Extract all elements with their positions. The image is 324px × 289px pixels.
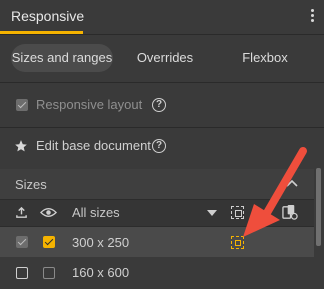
- panel-header: Responsive: [0, 0, 324, 34]
- responsive-layout-checkbox[interactable]: [16, 99, 28, 111]
- size-selected-checkbox[interactable]: [43, 267, 55, 279]
- edit-base-document-help-icon[interactable]: ?: [152, 139, 166, 153]
- responsive-layout-row: Responsive layout ?: [0, 94, 324, 116]
- tabs-divider: [0, 82, 324, 83]
- star-icon: [15, 140, 27, 152]
- edit-base-document-label: Edit base document: [36, 138, 151, 153]
- tab-bar: Sizes and ranges Overrides Flexbox: [0, 36, 324, 82]
- size-filter-select[interactable]: All sizes: [72, 205, 120, 220]
- tab-overrides[interactable]: Overrides: [125, 44, 205, 72]
- kebab-menu-icon[interactable]: [311, 9, 315, 25]
- options-divider: [0, 127, 324, 128]
- eye-icon[interactable]: [40, 206, 57, 219]
- responsive-layout-label: Responsive layout: [36, 97, 143, 112]
- header-divider: [0, 34, 324, 35]
- size-label: 160 x 600: [72, 265, 130, 280]
- sizes-title: Sizes: [15, 177, 47, 192]
- size-selected-checkbox[interactable]: [43, 236, 55, 248]
- tab-flexbox[interactable]: Flexbox: [230, 44, 300, 72]
- tab-sizes-and-ranges[interactable]: Sizes and ranges: [11, 44, 113, 72]
- size-row-160x600[interactable]: 160 x 600: [0, 259, 324, 287]
- size-visible-checkbox[interactable]: [16, 236, 28, 248]
- size-visible-checkbox[interactable]: [16, 267, 28, 279]
- panel-title: Responsive: [11, 8, 85, 24]
- callout-arrow-icon: [243, 147, 307, 237]
- panel-scrollbar[interactable]: [316, 168, 321, 246]
- dropdown-caret-icon[interactable]: [207, 210, 217, 216]
- responsive-layout-help-icon[interactable]: ?: [152, 98, 166, 112]
- size-label: 300 x 250: [72, 235, 130, 250]
- upload-icon[interactable]: [15, 206, 28, 219]
